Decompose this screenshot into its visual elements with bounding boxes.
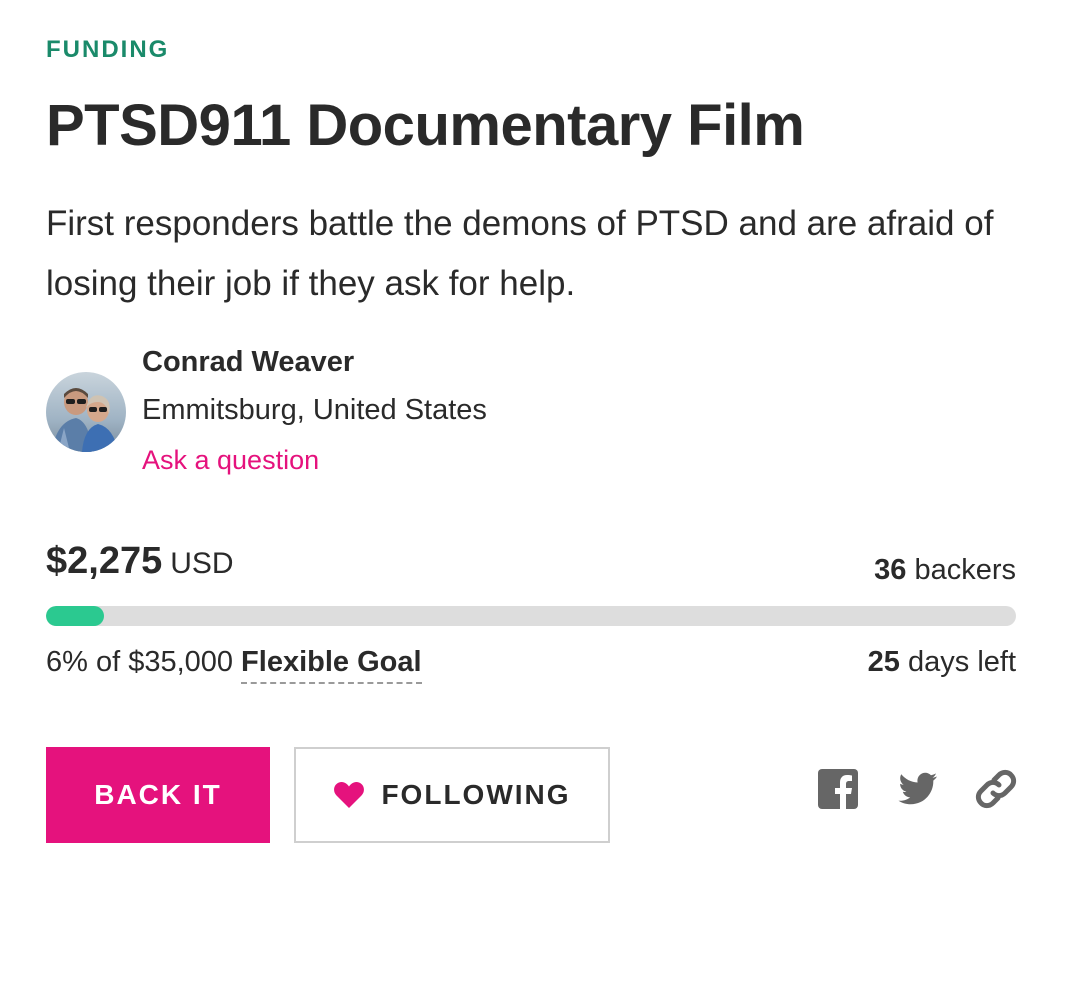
progress-bar bbox=[46, 606, 1016, 626]
heart-icon bbox=[334, 781, 365, 808]
goal-percent-text: 6% of $35,000 bbox=[46, 646, 234, 678]
stage-label: FUNDING bbox=[46, 36, 170, 63]
campaign-owner: Conrad Weaver Emmitsburg, United States … bbox=[46, 342, 1016, 482]
backers-count-block: 36 backers bbox=[874, 554, 1016, 587]
amount-raised-block: $2,275 USD bbox=[46, 540, 234, 583]
goal-summary: 6% of $35,000 Flexible Goal bbox=[46, 646, 422, 684]
back-it-button[interactable]: BACK IT bbox=[46, 747, 270, 843]
amount-raised: $2,275 bbox=[46, 540, 163, 582]
amount-currency: USD bbox=[170, 547, 234, 580]
twitter-icon[interactable] bbox=[896, 767, 940, 811]
avatar-photo bbox=[46, 372, 126, 452]
ask-question-link[interactable]: Ask a question bbox=[142, 445, 319, 476]
campaign-title: PTSD911 Documentary Film bbox=[46, 93, 805, 158]
following-button[interactable]: FOLLOWING bbox=[294, 747, 610, 843]
campaign-actions: BACK IT FOLLOWING bbox=[46, 747, 1018, 843]
funding-summary: $2,275 USD 36 backers 6% of $35,000 Flexib… bbox=[46, 540, 1016, 700]
days-left-block: 25 days left bbox=[868, 646, 1016, 679]
avatar[interactable] bbox=[46, 372, 126, 452]
days-label: days left bbox=[908, 646, 1016, 678]
owner-location: Emmitsburg, United States bbox=[142, 394, 487, 426]
link-icon[interactable] bbox=[974, 767, 1018, 811]
owner-name[interactable]: Conrad Weaver bbox=[142, 346, 354, 379]
backers-count: 36 bbox=[874, 554, 907, 586]
days-count: 25 bbox=[867, 646, 900, 678]
campaign-blurb: First responders battle the demons of PT… bbox=[46, 204, 994, 303]
flexible-goal-tooltip-trigger[interactable]: Flexible Goal bbox=[241, 646, 422, 684]
backers-label: backers bbox=[914, 554, 1016, 586]
following-label: FOLLOWING bbox=[381, 779, 571, 810]
progress-fill bbox=[46, 606, 105, 626]
facebook-icon[interactable] bbox=[816, 767, 860, 811]
